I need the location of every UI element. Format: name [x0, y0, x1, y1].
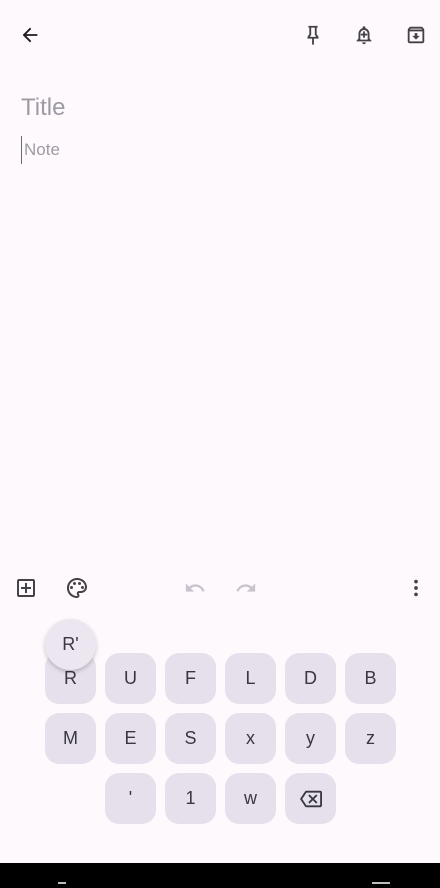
pin-button[interactable] — [291, 13, 335, 57]
key-z[interactable]: z — [345, 713, 396, 764]
key-x[interactable]: x — [225, 713, 276, 764]
undo-icon — [185, 583, 205, 592]
key-f[interactable]: F — [165, 653, 216, 704]
note-input[interactable] — [21, 136, 422, 164]
key-y[interactable]: y — [285, 713, 336, 764]
key-u[interactable]: U — [105, 653, 156, 704]
reminder-button[interactable] — [342, 13, 386, 57]
arrow-back-icon — [22, 27, 38, 43]
undo-button[interactable] — [173, 566, 217, 610]
note-editor-screen: R' R U F L D B M E S x y z ' 1 w — [0, 0, 440, 888]
more-vert-icon — [414, 579, 418, 597]
pin-icon — [307, 25, 319, 46]
key-s[interactable]: S — [165, 713, 216, 764]
palette-icon — [67, 578, 87, 598]
key-e[interactable]: E — [105, 713, 156, 764]
key-d[interactable]: D — [285, 653, 336, 704]
key-prime[interactable]: ' — [105, 773, 156, 824]
key-preview-popup: R' — [45, 619, 96, 670]
background-options-button[interactable] — [55, 566, 99, 610]
back-button[interactable] — [8, 13, 52, 57]
title-input[interactable] — [21, 90, 419, 126]
key-1[interactable]: 1 — [165, 773, 216, 824]
redo-icon — [236, 583, 256, 592]
key-m[interactable]: M — [45, 713, 96, 764]
redo-button[interactable] — [224, 566, 268, 610]
archive-button[interactable] — [394, 13, 438, 57]
more-options-button[interactable] — [394, 566, 438, 610]
key-b[interactable]: B — [345, 653, 396, 704]
backspace-key[interactable] — [285, 773, 336, 824]
backspace-icon — [299, 790, 322, 807]
system-nav-bar — [0, 863, 440, 888]
key-l[interactable]: L — [225, 653, 276, 704]
nav-back-icon[interactable] — [58, 882, 66, 884]
add-content-button[interactable] — [4, 566, 48, 610]
reminder-bell-icon — [356, 26, 372, 45]
archive-icon — [407, 26, 425, 44]
key-w[interactable]: w — [225, 773, 276, 824]
add-box-icon — [17, 579, 35, 597]
nav-keyboard-icon[interactable] — [372, 882, 390, 884]
